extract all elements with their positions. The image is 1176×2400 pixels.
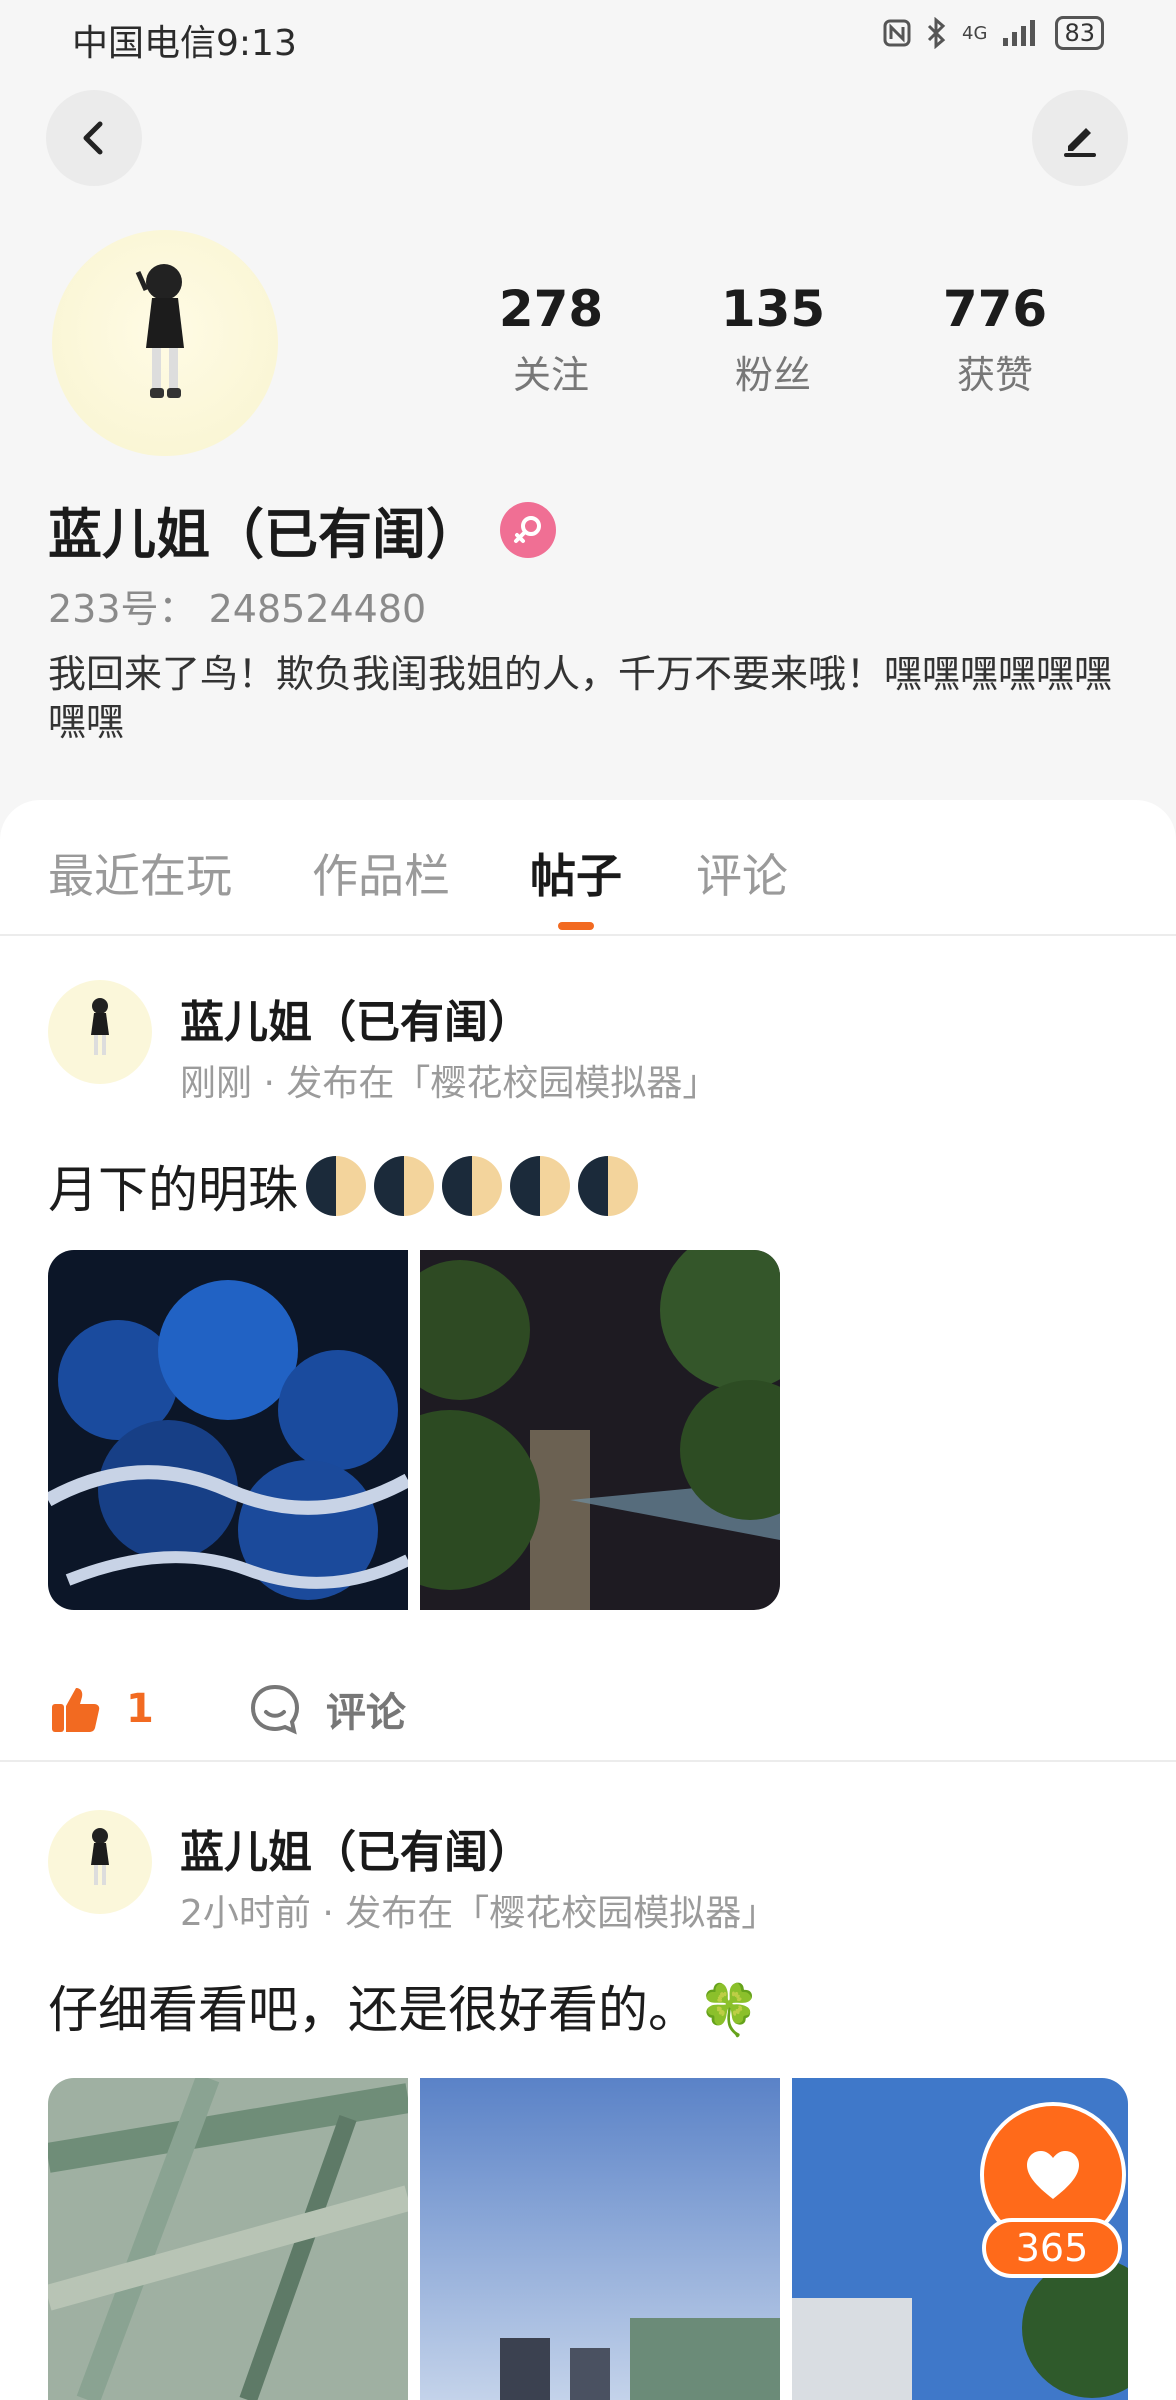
post-avatar[interactable] bbox=[48, 980, 152, 1084]
thumbs-up-icon[interactable] bbox=[48, 1682, 102, 1736]
post-image[interactable] bbox=[420, 2078, 780, 2400]
like-count: 1 bbox=[126, 1686, 154, 1732]
profile-tabs: 最近在玩 作品栏 帖子 评论 bbox=[0, 800, 1176, 936]
stat-followers[interactable]: 135 粉丝 bbox=[662, 280, 884, 399]
nfc-icon bbox=[883, 19, 911, 47]
moon-icon bbox=[442, 1156, 502, 1216]
post-meta: 2小时前 · 发布在「樱花校园模拟器」 bbox=[180, 1893, 778, 1934]
post-text-content: 月下的明珠 bbox=[48, 1161, 298, 1219]
active-tab-indicator bbox=[558, 922, 594, 930]
post-actions: 1 评论 bbox=[48, 1680, 406, 1738]
stat-likes[interactable]: 776 获赞 bbox=[884, 280, 1106, 399]
post-divider bbox=[0, 1760, 1176, 1762]
avatar-figure bbox=[91, 1828, 109, 1885]
post-image[interactable] bbox=[48, 1250, 408, 1610]
profile-bio: 我回来了鸟！欺负我闺我姐的人，千万不要来哦！嘿嘿嘿嘿嘿嘿嘿嘿 bbox=[48, 652, 1113, 744]
back-button[interactable] bbox=[46, 90, 142, 186]
network-type: 4G bbox=[962, 22, 988, 44]
bluetooth-icon bbox=[927, 17, 946, 49]
status-bar: 中国电信9:13 4G 83 bbox=[0, 0, 1176, 70]
post-author[interactable]: 蓝儿姐（已有闺） bbox=[180, 1816, 532, 1880]
chevron-left-icon bbox=[83, 121, 103, 155]
tab-recently-played[interactable]: 最近在玩 bbox=[48, 840, 232, 906]
post-meta: 刚刚 · 发布在「樱花校园模拟器」 bbox=[180, 1063, 719, 1104]
floating-like-count: 365 bbox=[982, 2218, 1122, 2278]
signal-icon bbox=[1003, 20, 1036, 46]
comment-icon[interactable] bbox=[248, 1682, 302, 1736]
heart-icon bbox=[1027, 2151, 1079, 2199]
tab-comments[interactable]: 评论 bbox=[696, 840, 788, 906]
moon-icon bbox=[306, 1156, 366, 1216]
avatar-figure bbox=[91, 998, 109, 1055]
tab-posts[interactable]: 帖子 bbox=[530, 840, 622, 906]
profile-uid: 233号： 248524480 bbox=[48, 587, 427, 631]
profile-name: 蓝儿姐（已有闺） bbox=[48, 503, 480, 566]
comment-button[interactable]: 评论 bbox=[326, 1680, 406, 1738]
moon-icon bbox=[578, 1156, 638, 1216]
stat-value: 776 bbox=[942, 280, 1048, 338]
stat-value: 135 bbox=[720, 280, 826, 338]
stat-following[interactable]: 278 关注 bbox=[440, 280, 662, 399]
stat-label: 获赞 bbox=[956, 353, 1033, 397]
post-avatar[interactable] bbox=[48, 1810, 152, 1914]
stat-label: 关注 bbox=[512, 353, 589, 397]
edit-icon bbox=[1064, 128, 1096, 157]
profile-stats: 278 关注 135 粉丝 776 获赞 bbox=[440, 280, 1106, 399]
moon-icon bbox=[374, 1156, 434, 1216]
carrier-time: 中国电信9:13 bbox=[72, 23, 297, 64]
battery-icon: 83 bbox=[1055, 16, 1104, 50]
post-image[interactable] bbox=[420, 1250, 780, 1610]
post-text: 仔细看看吧，还是很好看的。🍀 bbox=[48, 1981, 761, 2039]
moon-icon bbox=[510, 1156, 570, 1216]
status-icons: 4G 83 bbox=[882, 16, 1104, 50]
edit-profile-button[interactable] bbox=[1032, 90, 1128, 186]
stat-label: 粉丝 bbox=[734, 353, 811, 397]
female-gender-icon bbox=[500, 501, 556, 558]
stat-value: 278 bbox=[498, 280, 604, 338]
post-author[interactable]: 蓝儿姐（已有闺） bbox=[180, 986, 532, 1050]
post-text: 月下的明珠 bbox=[48, 1150, 638, 1222]
avatar-figure bbox=[135, 264, 184, 398]
post-image[interactable] bbox=[48, 2078, 408, 2400]
profile-avatar[interactable] bbox=[52, 230, 278, 456]
tab-works[interactable]: 作品栏 bbox=[312, 840, 450, 906]
profile-name-row: 蓝儿姐（已有闺） bbox=[48, 490, 556, 569]
